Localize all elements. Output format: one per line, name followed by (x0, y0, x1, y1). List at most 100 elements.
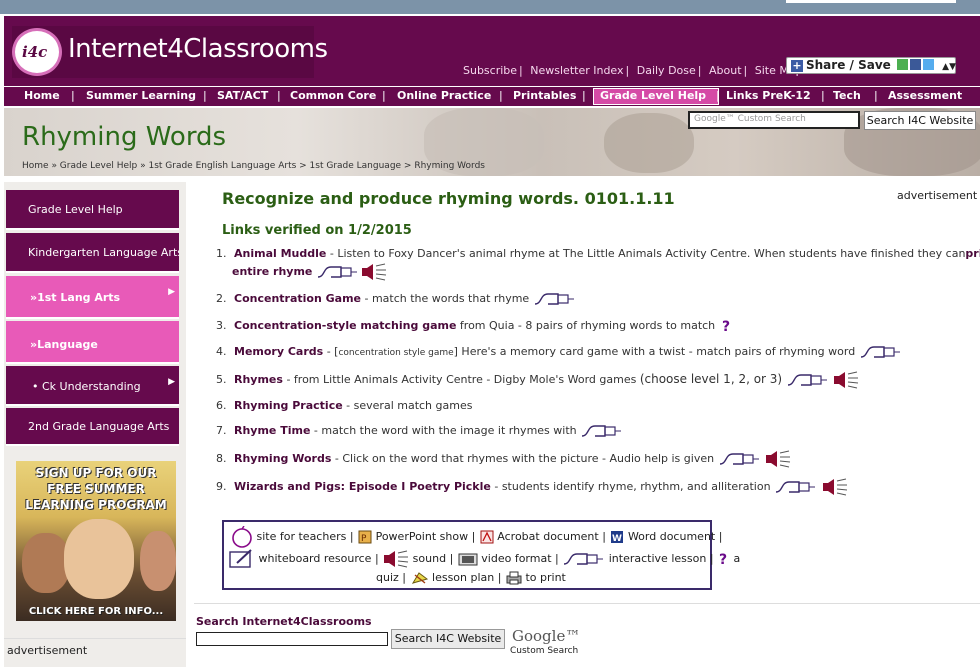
lesson-plan-icon (411, 572, 428, 584)
site-logo[interactable]: i4c Internet4Classrooms (12, 26, 328, 78)
interactive-lesson-icon (534, 293, 574, 305)
browser-top-strip (0, 0, 980, 14)
legend-line-2: whiteboard resource | sound | video form… (228, 549, 740, 569)
nav-sat-act[interactable]: SAT/ACT (217, 89, 268, 102)
promo-photo-shape (140, 531, 176, 591)
share-email-icon (896, 59, 908, 70)
list-item: 1. Animal Muddle - Listen to Foxy Dancer'… (216, 247, 980, 260)
interactive-lesson-icon (719, 453, 759, 465)
google-custom-search-label: Custom Search (510, 646, 579, 656)
bottom-search-input[interactable] (196, 632, 388, 646)
top-link-newsletter[interactable]: Newsletter Index (530, 64, 623, 77)
nav-home[interactable]: Home (24, 89, 60, 102)
sidebar-item-1st-lang-arts[interactable]: »1st Lang Arts ▶ (6, 276, 179, 319)
list-item: 9. Wizards and Pigs: Episode I Poetry Pic… (216, 478, 848, 496)
promo-cta: CLICK HERE FOR INFO... (28, 606, 164, 617)
sidebar-advertisement-label: advertisement (7, 644, 88, 657)
sidebar-item-label: 2nd Grade Language Arts (28, 420, 170, 433)
main-title: Recognize and produce rhyming words. 010… (222, 189, 675, 208)
quiz-icon: ? (722, 319, 730, 334)
list-item: 3. Concentration-style matching game from… (216, 318, 734, 334)
powerpoint-icon: P (358, 530, 372, 544)
top-search-input[interactable]: Google™ Custom Search (688, 111, 860, 129)
top-link-about[interactable]: About (709, 64, 742, 77)
sidebar-item-label: Grade Level Help (28, 203, 123, 216)
chevron-right-icon: ▶ (168, 377, 175, 387)
legend-line-3: quiz | lesson plan | to print (376, 571, 566, 585)
google-logo: Google™ (512, 627, 581, 645)
sound-icon (766, 450, 791, 468)
promo-text: SIGN UP FOR OUR FREE SUMMER LEARNING PRO… (25, 466, 167, 512)
nav-assessment[interactable]: Assessment (888, 89, 962, 102)
sidebar-item-ck-understanding[interactable]: • Ck Understanding ▶ (6, 366, 179, 406)
sidebar-item-kindergarten[interactable]: Kindergarten Language Arts (6, 233, 179, 273)
share-plus-icon: + (791, 59, 803, 72)
sidebar-item-2nd-grade[interactable]: 2nd Grade Language Arts (6, 408, 179, 446)
banner-photo-shape (604, 113, 694, 173)
sound-icon (822, 478, 847, 496)
svg-text:P: P (361, 534, 367, 544)
main-nav: Home | Summer Learning | SAT/ACT | Commo… (4, 86, 980, 107)
sidebar-item-language[interactable]: »Language (6, 321, 179, 364)
top-link-subscribe[interactable]: Subscribe (463, 64, 517, 77)
link-memory-cards[interactable]: Memory Cards (234, 345, 323, 358)
nav-links-prek-12[interactable]: Links PreK-12 (726, 89, 811, 102)
bottom-divider (194, 603, 980, 604)
sidebar-item-label: Kindergarten Language Arts (28, 246, 179, 259)
sidebar-item-label: • Ck Understanding (32, 380, 141, 393)
interactive-lesson-icon (787, 374, 827, 386)
page-banner: Rhyming Words Home » Grade Level Help » … (4, 108, 980, 176)
link-rhyme-time[interactable]: Rhyme Time (234, 424, 310, 437)
breadcrumb[interactable]: Home » Grade Level Help » 1st Grade Engl… (22, 161, 485, 171)
list-item: 6. Rhyming Practice - several match games (216, 399, 473, 412)
bullet-icon: • (32, 380, 42, 393)
list-item: 4. Memory Cards - [concentration style ga… (216, 345, 902, 359)
share-save-button[interactable]: + Share / Save ▲▼ (786, 57, 956, 74)
acrobat-icon (480, 530, 494, 544)
list-item: 5. Rhymes - from Little Animals Activity … (216, 371, 859, 389)
printer-icon (506, 571, 522, 585)
nav-printables[interactable]: Printables (513, 89, 576, 102)
link-concentration-style-matching[interactable]: Concentration-style matching game (234, 319, 456, 332)
logo-badge-text: i4c (22, 43, 48, 61)
sidebar: Grade Level Help Kindergarten Language A… (4, 182, 186, 667)
top-link-daily-dose[interactable]: Daily Dose (637, 64, 696, 77)
apple-icon (232, 526, 252, 548)
link-rhyming-practice[interactable]: Rhyming Practice (234, 399, 343, 412)
top-links: Subscribe | Newsletter Index | Daily Dose |… (463, 64, 803, 77)
link-rhymes[interactable]: Rhymes (234, 373, 283, 386)
summer-learning-promo[interactable]: SIGN UP FOR OUR FREE SUMMER LEARNING PRO… (16, 461, 176, 621)
sidebar-item-label: »Language (30, 338, 98, 351)
logo-badge-icon: i4c (12, 28, 62, 76)
nav-tech[interactable]: Tech (833, 89, 861, 102)
links-verified: Links verified on 1/2/2015 (222, 223, 412, 238)
promo-photo-shape (22, 533, 70, 593)
bottom-search-button[interactable]: Search I4C Website (391, 629, 505, 649)
link-animal-muddle[interactable]: Animal Muddle (234, 247, 326, 260)
sidebar-item-grade-level-help[interactable]: Grade Level Help (6, 190, 179, 230)
quiz-icon: ? (719, 552, 727, 567)
link-rhyming-words[interactable]: Rhyming Words (234, 452, 331, 465)
svg-text:W: W (612, 534, 622, 544)
word-icon: W (611, 531, 624, 544)
svg-text:?: ? (722, 319, 730, 334)
top-strip-bar (786, 0, 956, 3)
page-title: Rhyming Words (22, 122, 227, 152)
link-concentration-game[interactable]: Concentration Game (234, 292, 361, 305)
nav-online-practice[interactable]: Online Practice (397, 89, 491, 102)
list-item: 8. Rhyming Words - Click on the word that… (216, 450, 791, 468)
legend-line-1: site for teachers | P PowerPoint show | … (230, 526, 722, 548)
video-icon (458, 553, 478, 566)
twitter-icon (922, 59, 934, 70)
link-wizards-and-pigs[interactable]: Wizards and Pigs: Episode I Poetry Pickl… (234, 480, 491, 493)
interactive-lesson-icon (582, 425, 622, 437)
icon-legend: site for teachers | P PowerPoint show | … (222, 520, 740, 590)
interactive-lesson-icon (317, 266, 357, 278)
chevron-right-icon: ▶ (168, 287, 175, 297)
nav-common-core[interactable]: Common Core (290, 89, 376, 102)
sidebar-item-label: »1st Lang Arts (30, 291, 121, 304)
top-search-button[interactable]: Search I4C Website (864, 111, 976, 130)
sound-icon (834, 371, 859, 389)
nav-summer-learning[interactable]: Summer Learning (86, 89, 196, 102)
nav-grade-level-help[interactable]: Grade Level Help (600, 89, 706, 102)
